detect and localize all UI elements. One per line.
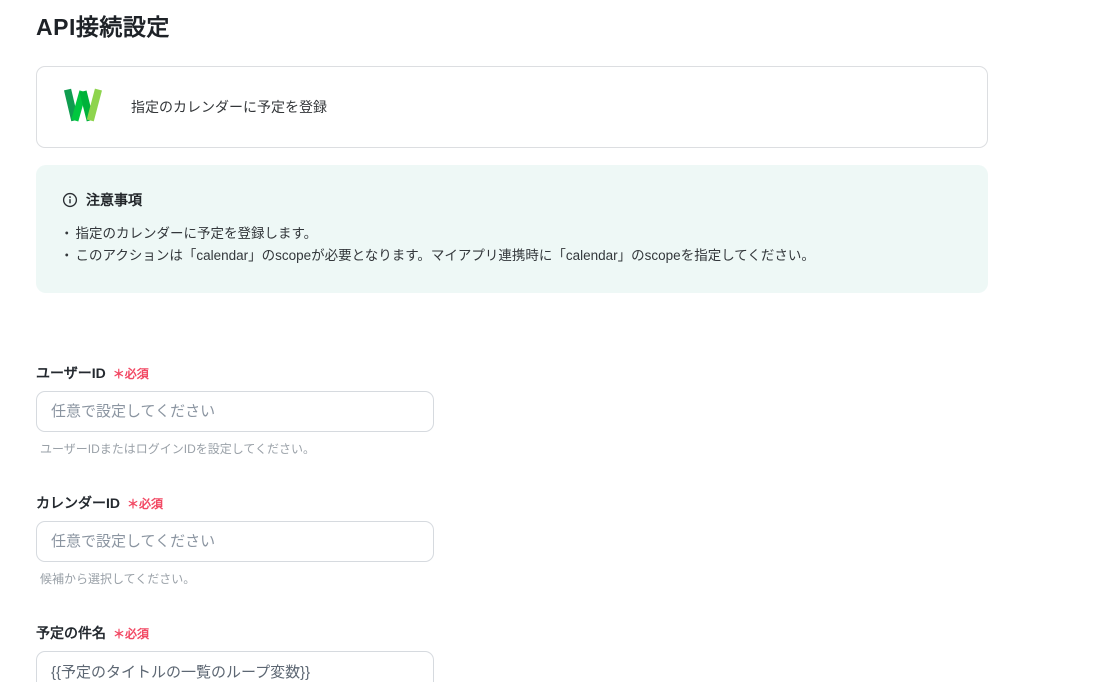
event-title-input[interactable] xyxy=(36,651,434,682)
field-helper-text: 候補から選択してください。 xyxy=(40,572,196,586)
bullet-glyph: ・ xyxy=(60,248,74,263)
notice-header: 注意事項 xyxy=(60,190,964,210)
info-icon xyxy=(62,192,78,208)
page-title: API接続設定 xyxy=(36,14,170,40)
field-label-row: 予定の件名 ＊必須 xyxy=(36,623,434,643)
api-settings-page: API接続設定 指定のカレンダーに予定を登録 注意事項 ・ 指定のカレンダーに予… xyxy=(0,0,1107,682)
field-label-row: ユーザーID ＊必須 xyxy=(36,363,434,383)
action-description: 指定のカレンダーに予定を登録 xyxy=(131,99,327,115)
bullet-glyph: ・ xyxy=(60,226,74,241)
field-event-title: 予定の件名 ＊必須 xyxy=(36,623,434,682)
required-badge: ＊必須 xyxy=(112,367,149,381)
field-helper-text: ユーザーIDまたはログインIDを設定してください。 xyxy=(40,442,316,456)
user-id-input[interactable] xyxy=(36,391,434,432)
field-label: ユーザーID xyxy=(36,365,106,381)
notice-item-text: 指定のカレンダーに予定を登録します。 xyxy=(75,226,318,241)
notice-item-text: このアクションは「calendar」のscopeが必要となります。マイアプリ連携… xyxy=(75,248,815,263)
field-label: カレンダーID xyxy=(36,495,120,511)
field-user-id: ユーザーID ＊必須 ユーザーIDまたはログインIDを設定してください。 xyxy=(36,363,434,457)
field-label-row: カレンダーID ＊必須 xyxy=(36,493,434,513)
line-works-w-logo-icon xyxy=(63,86,103,129)
field-label: 予定の件名 xyxy=(36,625,106,641)
required-badge: ＊必須 xyxy=(113,627,150,641)
notice-box: 注意事項 ・ 指定のカレンダーに予定を登録します。 ・ このアクションは「cal… xyxy=(36,165,988,293)
notice-item: ・ このアクションは「calendar」のscopeが必要となります。マイアプリ… xyxy=(60,245,964,267)
notice-title: 注意事項 xyxy=(86,192,142,208)
field-calendar-id: カレンダーID ＊必須 候補から選択してください。 xyxy=(36,493,434,587)
api-settings-form: ユーザーID ＊必須 ユーザーIDまたはログインIDを設定してください。 カレン… xyxy=(36,363,1107,682)
calendar-id-input[interactable] xyxy=(36,521,434,562)
notice-item: ・ 指定のカレンダーに予定を登録します。 xyxy=(60,223,964,245)
required-badge: ＊必須 xyxy=(127,497,164,511)
notice-list: ・ 指定のカレンダーに予定を登録します。 ・ このアクションは「calendar… xyxy=(60,223,964,267)
action-summary-card: 指定のカレンダーに予定を登録 xyxy=(36,66,988,148)
